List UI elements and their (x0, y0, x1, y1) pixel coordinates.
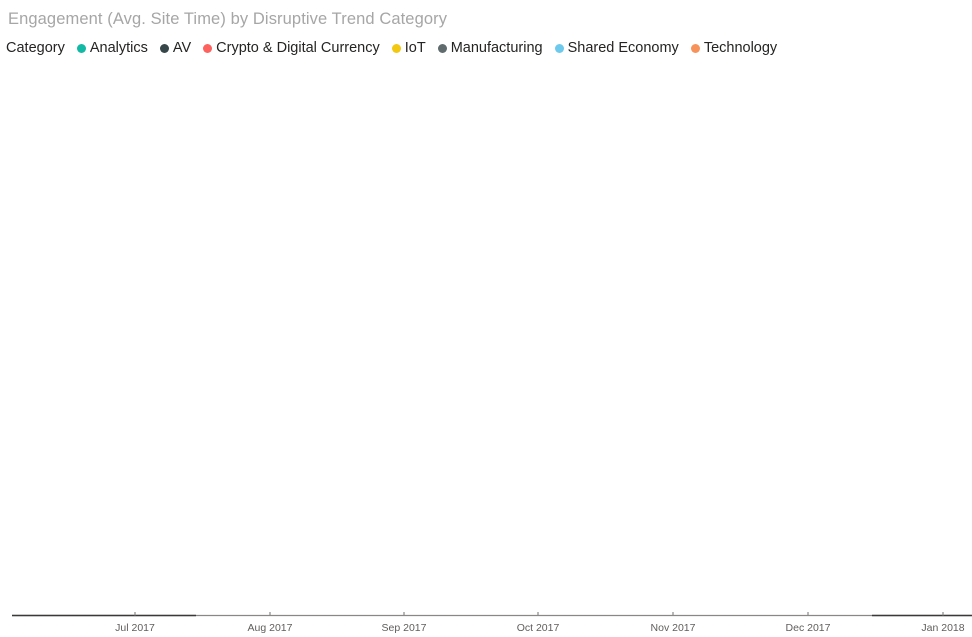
legend-item-manufacturing[interactable]: Manufacturing (437, 38, 543, 58)
legend-item-av[interactable]: AV (159, 38, 192, 58)
x-axis-tick-label: Sep 2017 (381, 622, 427, 634)
legend-item-technology[interactable]: Technology (690, 38, 778, 58)
x-axis: Jul 2017 Aug 2017 Sep 2017 Oct 2017 Nov 2017… (0, 612, 972, 637)
legend-item-label: Technology (703, 40, 778, 56)
legend-color-dot (159, 43, 169, 53)
x-axis-tick-label: Oct 2017 (516, 622, 560, 634)
legend-item-label: Crypto & Digital Currency (216, 40, 380, 56)
x-axis-tick-label: Nov 2017 (650, 622, 696, 634)
legend-item-label: Manufacturing (450, 40, 543, 56)
legend-item-crypto-digital-currency[interactable]: Crypto & Digital Currency (203, 38, 380, 58)
x-axis-tick-label: Dec 2017 (785, 622, 831, 634)
legend-item-iot[interactable]: IoT (391, 38, 426, 58)
legend-item-label: Shared Economy (567, 40, 679, 56)
legend-item-label: IoT (404, 40, 426, 56)
legend-color-dot (203, 43, 213, 53)
legend-color-dot (437, 43, 447, 53)
legend-item-label: AV (172, 40, 192, 56)
legend-item-shared-economy[interactable]: Shared Economy (554, 38, 679, 58)
streamgraph-svg (0, 62, 972, 614)
legend-items: Analytics AV Crypto & Digital Currency IoT M… (76, 38, 789, 58)
legend-item-analytics[interactable]: Analytics (76, 38, 148, 58)
x-axis-tick-label: Jul 2017 (115, 622, 155, 634)
legend-color-dot (554, 43, 564, 53)
chart-legend: Category Analytics AV Crypto & Digital Cur… (6, 38, 789, 58)
legend-title: Category (6, 40, 65, 56)
legend-item-label: Analytics (89, 40, 148, 56)
chart-visual: Engagement (Avg. Site Time) by Disruptiv… (0, 0, 972, 637)
legend-color-dot (391, 43, 401, 53)
legend-color-dot (76, 43, 86, 53)
x-axis-tick-label: Jan 2018 (921, 622, 965, 634)
x-axis-tick-label: Aug 2017 (247, 622, 293, 634)
stream-plot-area (0, 62, 972, 614)
legend-color-dot (690, 43, 700, 53)
page-title: Engagement (Avg. Site Time) by Disruptiv… (8, 10, 448, 28)
